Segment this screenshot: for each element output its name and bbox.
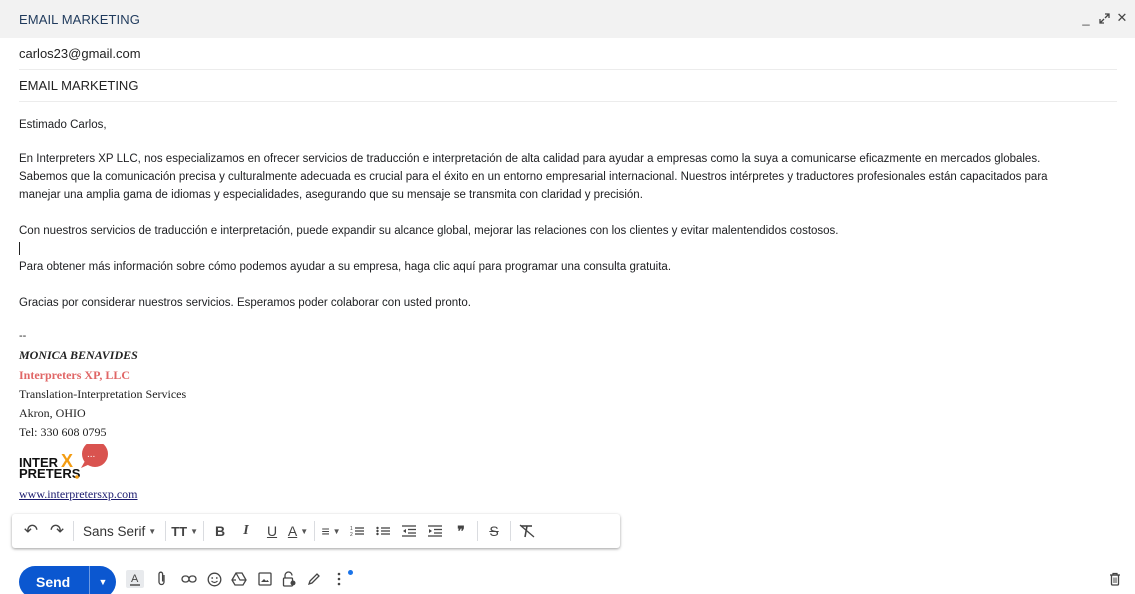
paragraph-3: Para obtener más información sobre cómo … bbox=[19, 261, 672, 273]
toolbar-divider bbox=[510, 521, 512, 541]
logo-x: X bbox=[61, 451, 73, 471]
paragraph-2: Con nuestros servicios de traducción e i… bbox=[19, 225, 839, 237]
numbered-list-icon: 12 bbox=[350, 526, 365, 537]
formatting-icon[interactable]: A bbox=[126, 570, 144, 588]
align-icon: ≡ bbox=[321, 523, 330, 539]
font-family-value: Sans Serif bbox=[83, 523, 146, 539]
chevron-down-icon: ▼ bbox=[190, 526, 199, 536]
indent-less-icon bbox=[402, 525, 417, 537]
greeting-text: Estimado Carlos, bbox=[19, 119, 107, 131]
signature-phone: Tel: 330 608 0795 bbox=[19, 425, 107, 439]
toolbar-divider bbox=[165, 521, 167, 541]
bulleted-list-button[interactable] bbox=[372, 518, 394, 544]
link-icon[interactable] bbox=[180, 570, 198, 588]
compose-title-bar[interactable]: EMAIL MARKETING _ ✕ bbox=[0, 0, 1135, 38]
compose-action-bar: Send ▼ A bbox=[0, 562, 1135, 594]
chevron-down-icon: ▼ bbox=[300, 526, 309, 536]
align-select[interactable]: ≡ ▼ bbox=[320, 518, 342, 544]
undo-button[interactable]: ↶ bbox=[20, 518, 42, 544]
text-color-icon: A bbox=[287, 523, 298, 539]
lock-icon[interactable] bbox=[280, 570, 298, 588]
clear-formatting-icon bbox=[519, 524, 535, 538]
underline-button[interactable]: U bbox=[261, 518, 283, 544]
emoji-icon[interactable] bbox=[205, 570, 223, 588]
toolbar-divider bbox=[477, 521, 479, 541]
more-options-icon[interactable] bbox=[330, 570, 348, 588]
paragraph-4: Gracias por considerar nuestros servicio… bbox=[19, 297, 471, 309]
chevron-down-icon: ▼ bbox=[332, 526, 341, 536]
toolbar-divider bbox=[73, 521, 74, 541]
toolbar-divider bbox=[314, 521, 316, 541]
clear-formatting-button[interactable] bbox=[516, 518, 538, 544]
signature-location: Akron, OHIO bbox=[19, 406, 86, 420]
svg-text:...: ... bbox=[87, 449, 95, 460]
font-family-select[interactable]: Sans Serif ▼ bbox=[79, 518, 160, 544]
attach-icon[interactable] bbox=[153, 570, 171, 588]
strikethrough-button[interactable]: S bbox=[483, 518, 505, 544]
redo-button[interactable]: ↷ bbox=[46, 518, 68, 544]
popout-icon[interactable] bbox=[1097, 11, 1111, 25]
subject-value[interactable]: EMAIL MARKETING bbox=[19, 78, 138, 93]
paragraph-1-line-3: manejar una amplia gama de idiomas y esp… bbox=[19, 189, 643, 201]
subject-field[interactable]: EMAIL MARKETING bbox=[19, 70, 1117, 102]
company-logo: INTER PRETERS X ... bbox=[19, 441, 111, 484]
indent-less-button[interactable] bbox=[398, 518, 420, 544]
font-size-select[interactable]: TT ▼ bbox=[171, 518, 198, 544]
bold-button[interactable]: B bbox=[209, 518, 231, 544]
window-controls: _ ✕ bbox=[1079, 10, 1129, 26]
notification-dot bbox=[348, 570, 353, 575]
quote-button[interactable]: ❞ bbox=[450, 518, 472, 544]
photo-icon[interactable] bbox=[256, 570, 274, 588]
italic-button[interactable]: I bbox=[235, 518, 257, 544]
numbered-list-button[interactable]: 12 bbox=[346, 518, 368, 544]
formatting-toolbar: ↶ ↷ Sans Serif ▼ TT ▼ B I U A ▼ ≡ ▼ 12 ❞… bbox=[12, 514, 620, 548]
paragraph-1-line-2: Sabemos que la comunicación precisa y cu… bbox=[19, 171, 1048, 183]
signature-website-link[interactable]: www.interpretersxp.com bbox=[19, 487, 138, 502]
indent-more-icon bbox=[428, 525, 443, 537]
indent-more-button[interactable] bbox=[424, 518, 446, 544]
chevron-down-icon: ▼ bbox=[148, 526, 157, 536]
close-icon[interactable]: ✕ bbox=[1115, 10, 1129, 25]
text-cursor bbox=[19, 242, 20, 255]
toolbar-divider bbox=[203, 521, 205, 541]
recipient-field[interactable]: carlos23@gmail.com bbox=[19, 38, 1117, 70]
schedule-send-chevron-down-icon[interactable]: ▼ bbox=[90, 577, 116, 587]
send-button[interactable]: Send bbox=[19, 574, 89, 590]
signature-name: MONICA BENAVIDES bbox=[19, 348, 138, 362]
compose-title: EMAIL MARKETING bbox=[19, 11, 140, 27]
minimize-icon[interactable]: _ bbox=[1079, 11, 1093, 26]
svg-text:A: A bbox=[131, 573, 139, 585]
text-size-icon: TT bbox=[171, 523, 188, 539]
paragraph-1-line-1: En Interpreters XP LLC, nos especializam… bbox=[19, 153, 1041, 165]
bulleted-list-icon bbox=[376, 526, 391, 536]
drive-icon[interactable] bbox=[230, 570, 248, 588]
signature-company: Interpreters XP, LLC bbox=[19, 368, 130, 382]
signature-services: Translation-Interpretation Services bbox=[19, 387, 187, 401]
signature-icon[interactable] bbox=[305, 570, 323, 588]
send-button-group: Send ▼ bbox=[19, 566, 116, 594]
recipient-chip[interactable]: carlos23@gmail.com bbox=[19, 46, 141, 61]
trash-icon[interactable] bbox=[1106, 570, 1124, 588]
signature-separator: -- bbox=[19, 330, 27, 342]
text-color-select[interactable]: A ▼ bbox=[287, 518, 309, 544]
svg-text:2: 2 bbox=[350, 532, 353, 537]
